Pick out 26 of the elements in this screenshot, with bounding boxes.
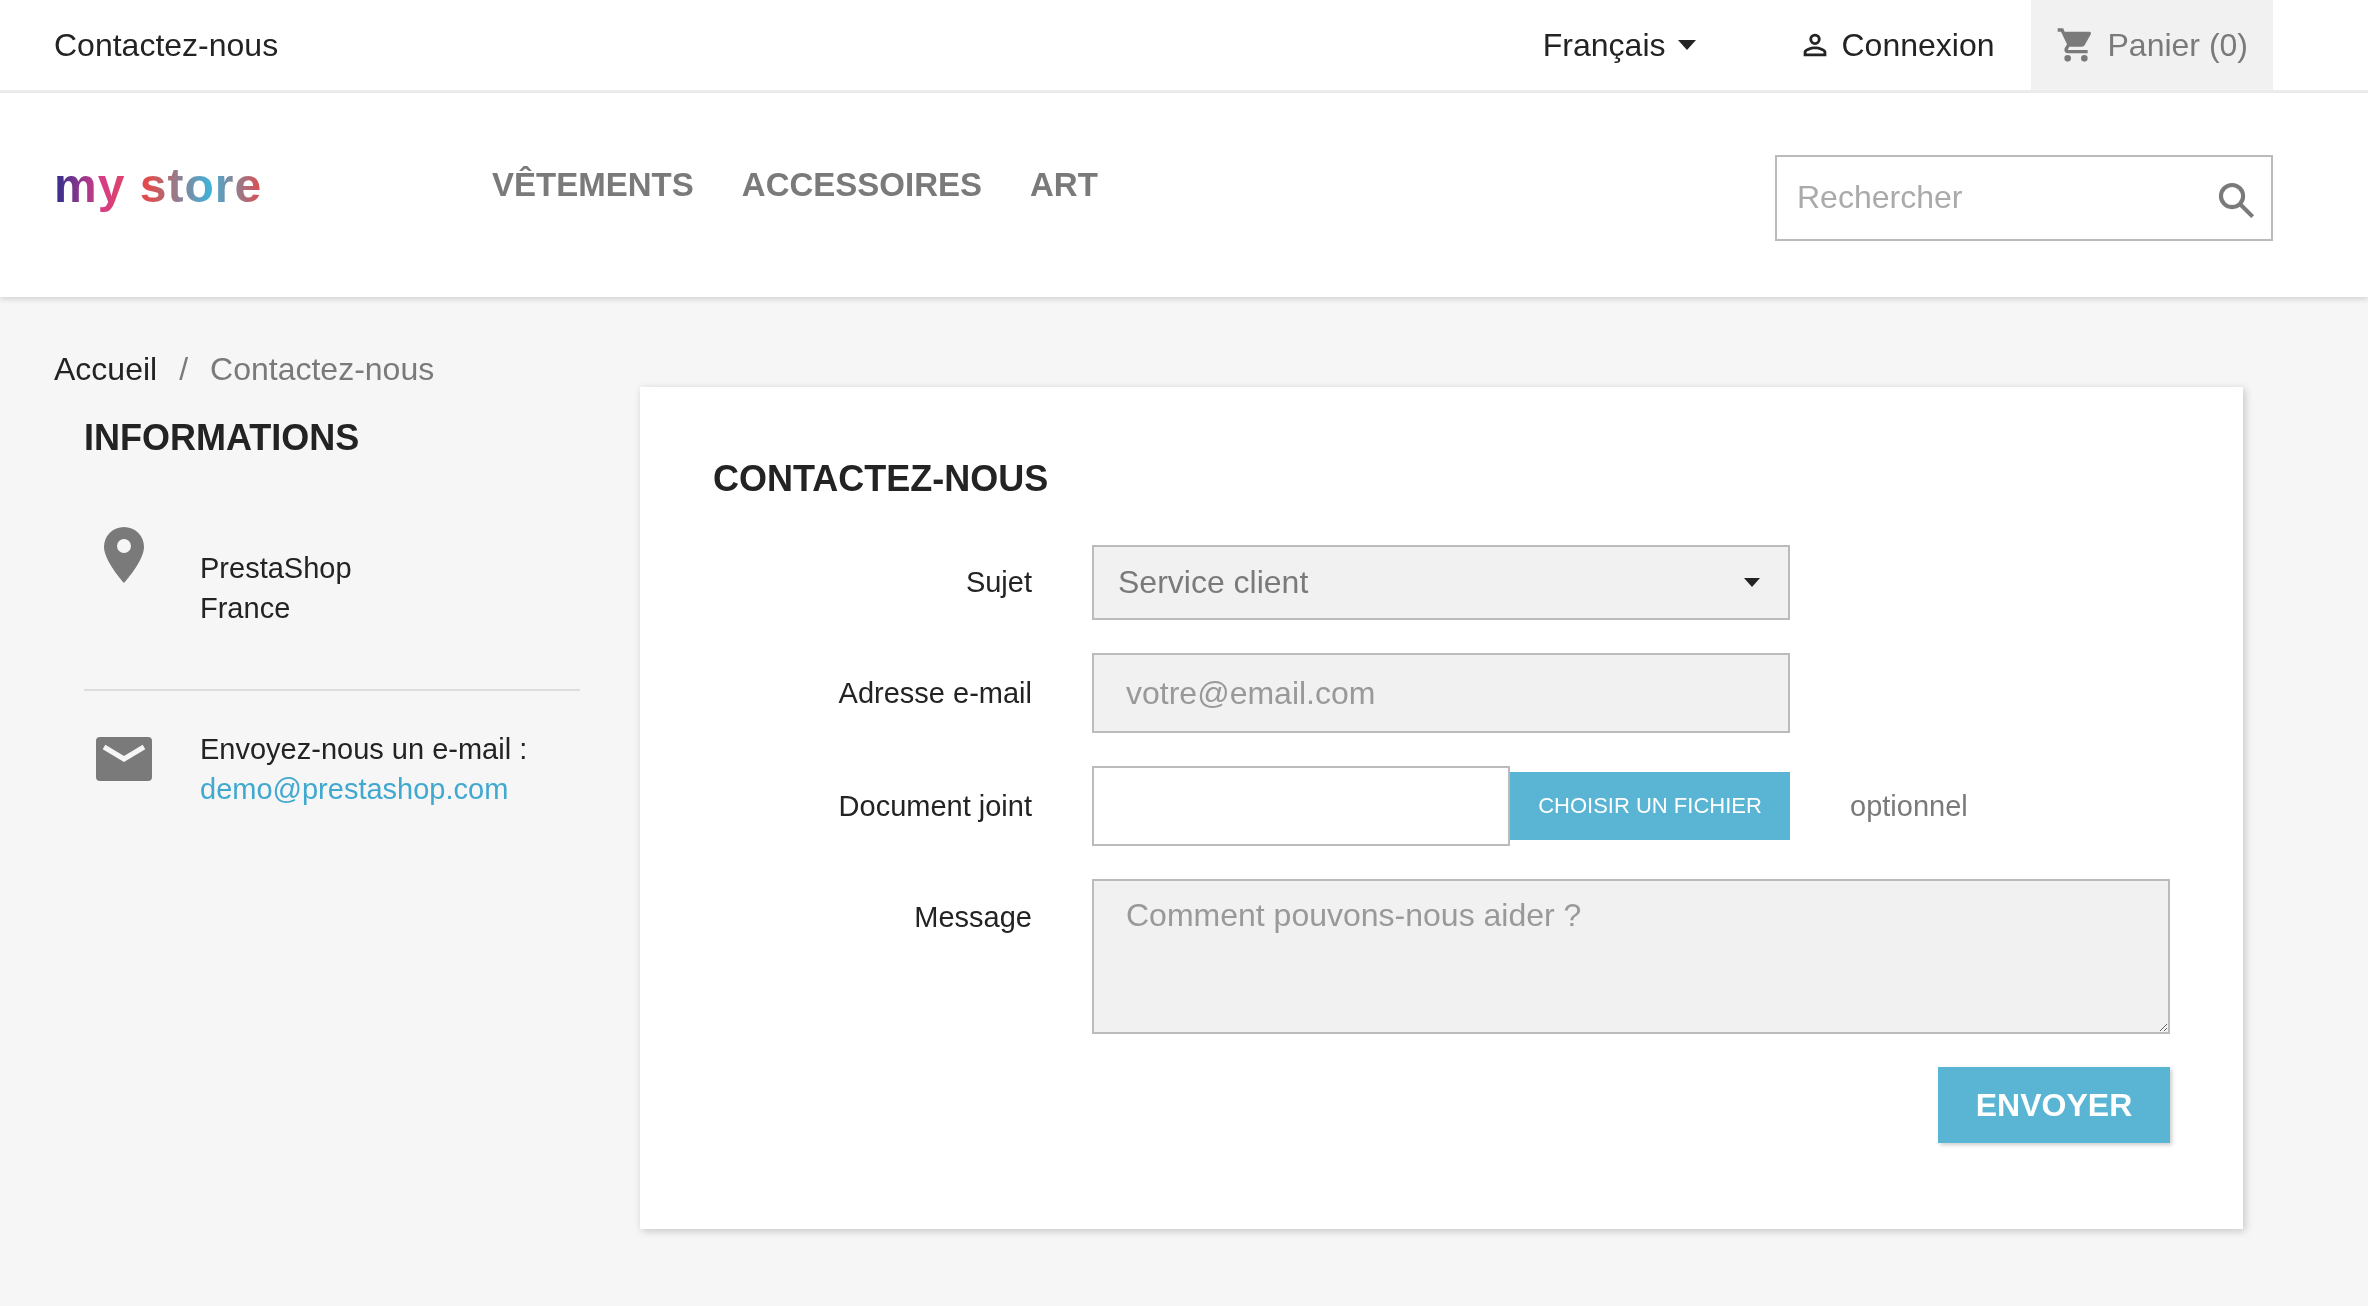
field-label: Adresse e-mail [837, 676, 1032, 710]
search-field[interactable]: Rechercher [1775, 154, 2273, 241]
login-link[interactable]: Connexion [1791, 25, 2001, 65]
sidebar-title: INFORMATIONS [84, 417, 361, 459]
form-title: CONTACTEZ-NOUS [713, 457, 1050, 501]
field-label: Message [913, 901, 1032, 935]
breadcrumb-link[interactable]: Accueil [54, 350, 158, 388]
email-link[interactable]: demo@prestashop.com [200, 773, 509, 805]
field-label: Document joint [837, 789, 1032, 823]
email-field[interactable]: votre@email.com [1092, 653, 1790, 734]
nav-link[interactable]: ART [1030, 166, 1098, 204]
choose-file-button[interactable]: CHOISIR UN FICHIER [1510, 772, 1790, 841]
message-field[interactable]: Comment pouvons-nous aider ? [1092, 879, 2170, 1035]
breadcrumb-separator: / [179, 350, 189, 388]
address-text: PrestaShop France [200, 551, 352, 626]
language-dropdown[interactable]: Français [1536, 25, 1702, 65]
send-button[interactable]: ENVOYER [1938, 1067, 2170, 1144]
nav-link[interactable]: ACCESSOIRES [741, 166, 982, 204]
cart-button[interactable]: Panier (0) [2030, 0, 2273, 90]
field-label: Sujet [964, 566, 1032, 600]
subject-dropdown[interactable]: Service client [1092, 545, 1790, 621]
optional-note: optionnel [1850, 789, 1968, 823]
contact-link[interactable]: Contactez-nous [54, 26, 279, 64]
breadcrumb-link[interactable]: Contactez-nous [210, 350, 435, 388]
nav-link[interactable]: VÊTEMENTS [492, 166, 694, 204]
email-label: Envoyez-nous un e-mail : [200, 732, 528, 767]
